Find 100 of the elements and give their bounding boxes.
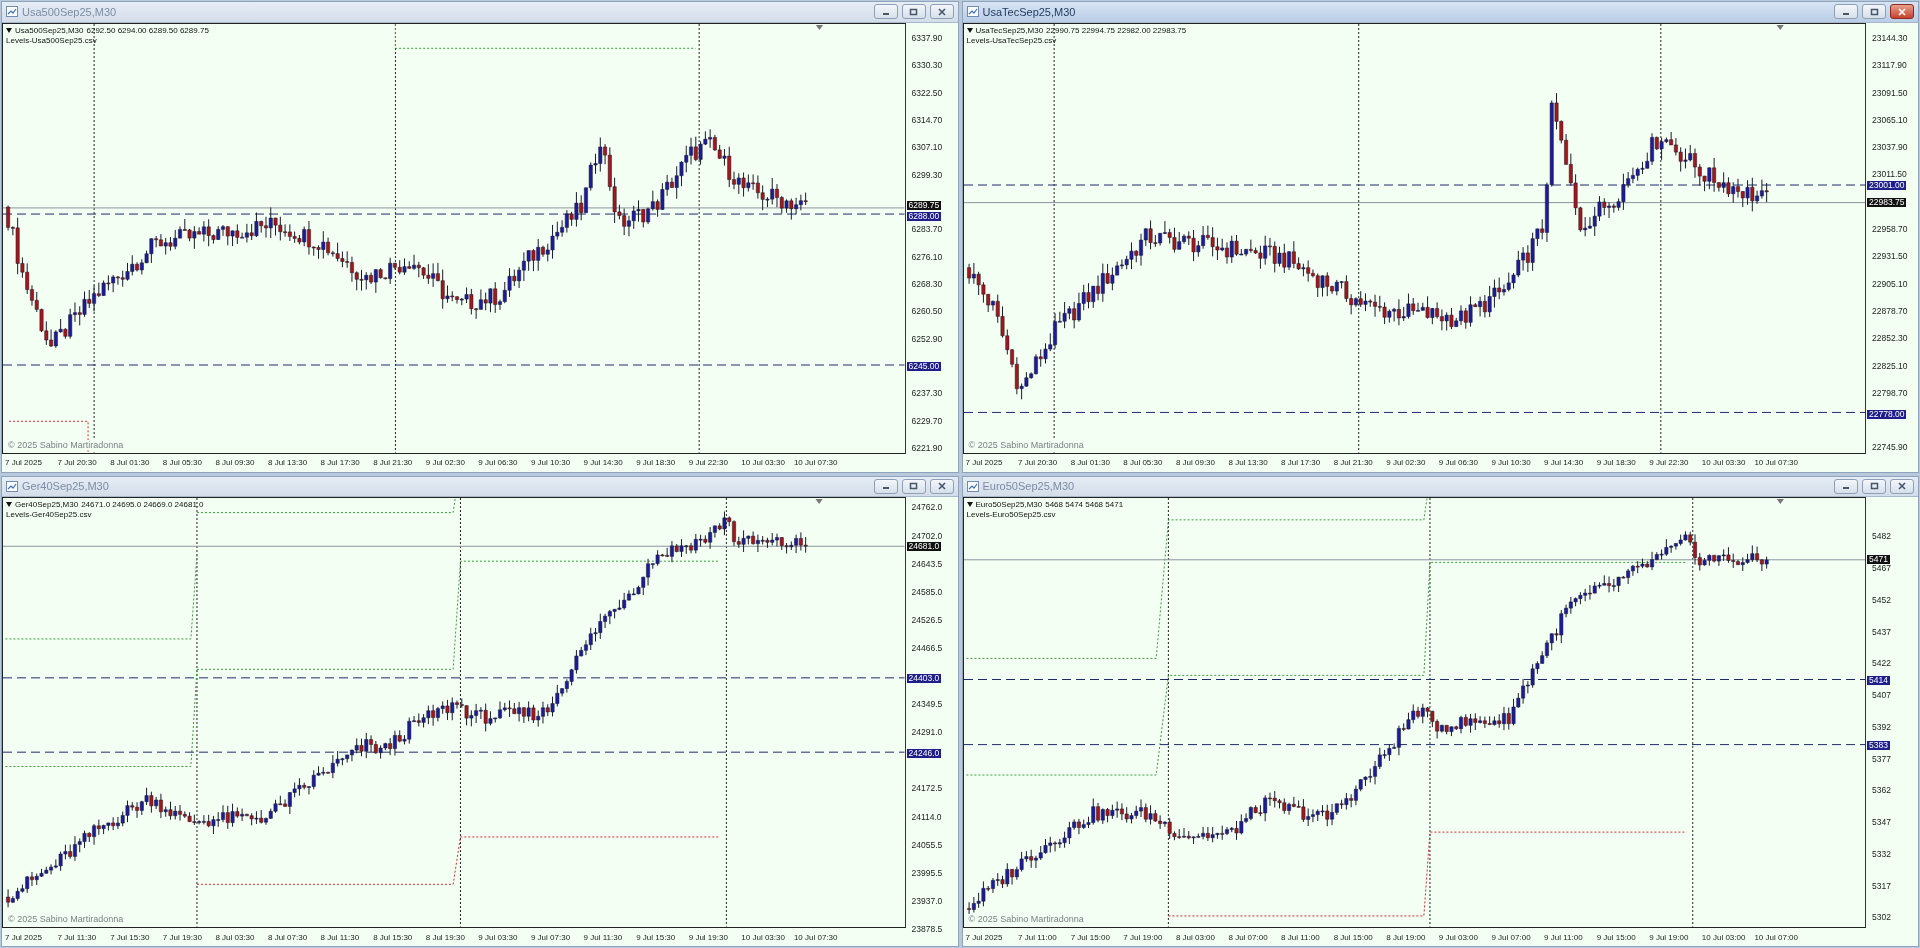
price-tag: 24246.0 — [906, 749, 942, 759]
time-label: 9 Jul 06:30 — [478, 458, 519, 468]
price-label: 5407 — [1872, 689, 1891, 702]
price-tag: 5414 — [1867, 675, 1890, 685]
time-label: 8 Jul 17:30 — [1281, 458, 1322, 468]
price-label: 6299.30 — [911, 168, 943, 181]
time-label: 7 Jul 2025 — [965, 932, 1004, 942]
time-label: 9 Jul 02:30 — [425, 458, 466, 468]
restore-button[interactable] — [901, 478, 926, 494]
price-label: 6330.30 — [911, 59, 943, 72]
price-label: 6337.90 — [911, 31, 943, 44]
price-tag: 22983.75 — [1867, 198, 1907, 208]
minimize-button[interactable] — [1834, 478, 1858, 494]
price-label: 5362 — [1872, 784, 1891, 797]
price-label: 5332 — [1872, 847, 1891, 860]
time-label: 7 Jul 20:30 — [57, 458, 98, 468]
window-title: Euro50Sep25,M30 — [982, 480, 1076, 493]
minimize-button[interactable] — [873, 4, 898, 20]
copyright-text: © 2025 Sabino Martiradonna — [7, 439, 125, 450]
quote-values: 24671.0 24695.0 24669.0 24681.0 — [81, 500, 204, 510]
price-label: 5302 — [1872, 911, 1891, 924]
window-title: UsaTecSep25,M30 — [982, 5, 1077, 18]
close-button[interactable] — [929, 478, 954, 494]
price-label: 6314.70 — [911, 114, 943, 126]
time-label: 7 Jul 2025 — [5, 458, 43, 468]
time-label: 8 Jul 13:30 — [267, 458, 309, 468]
chart-symbol: Euro50Sep25,M30 — [975, 500, 1043, 510]
time-label: 8 Jul 05:30 — [162, 458, 203, 468]
quote-values: 6292.50 6294.00 6289.50 6289.75 — [86, 25, 209, 35]
price-label: 23937.0 — [911, 894, 943, 907]
time-label: 9 Jul 11:30 — [583, 932, 624, 942]
price-label: 22745.90 — [1872, 441, 1908, 454]
price-label: 22852.30 — [1872, 332, 1908, 345]
price-label: 22931.50 — [1872, 250, 1908, 263]
levels-file-label: Levels-UsaTecSep25.csv — [966, 35, 1057, 45]
chart-icon — [6, 480, 18, 492]
window-title: Ger40Sep25,M30 — [22, 480, 110, 493]
restore-button[interactable] — [901, 4, 926, 20]
price-label: 23117.90 — [1872, 59, 1907, 72]
price-tag: 23001.00 — [1867, 180, 1907, 190]
time-label: 8 Jul 01:30 — [1070, 458, 1111, 468]
close-icon — [1898, 7, 1906, 16]
price-tag: 5383 — [1867, 741, 1890, 751]
price-label: 5392 — [1872, 720, 1891, 733]
price-label: 22798.70 — [1872, 386, 1908, 399]
chart-symbol: Ger40Sep25,M30 — [15, 500, 79, 510]
time-label: 8 Jul 15:30 — [373, 932, 414, 942]
price-label: 6252.90 — [911, 332, 943, 345]
time-label: 9 Jul 07:30 — [530, 932, 572, 942]
price-label: 5467 — [1872, 562, 1891, 575]
dropdown-triangle-icon[interactable] — [6, 27, 12, 33]
price-tag: 24681.0 — [906, 541, 942, 551]
price-label: 24349.5 — [911, 698, 943, 711]
copyright-text: © 2025 Sabino Martiradonna — [7, 914, 125, 925]
restore-icon — [909, 482, 918, 491]
time-label: 8 Jul 09:30 — [1175, 458, 1216, 468]
time-label: 9 Jul 19:00 — [1649, 932, 1690, 942]
price-label: 5422 — [1872, 657, 1891, 670]
price-tag: 6245.00 — [906, 362, 942, 372]
price-label: 24643.5 — [911, 557, 943, 570]
minimize-button[interactable] — [873, 478, 898, 494]
time-label: 7 Jul 11:30 — [57, 932, 98, 942]
time-label: 10 Jul 07:30 — [793, 932, 839, 942]
copyright-text: © 2025 Sabino Martiradonna — [967, 914, 1085, 925]
time-label: 7 Jul 15:00 — [1070, 932, 1111, 942]
close-button[interactable] — [1890, 478, 1914, 494]
window-title: Usa500Sep25,M30 — [22, 5, 118, 18]
close-icon — [937, 7, 946, 16]
price-label: 6283.70 — [911, 223, 943, 236]
time-label: 8 Jul 09:30 — [215, 458, 256, 468]
time-label: 8 Jul 21:30 — [1333, 458, 1374, 468]
time-label: 8 Jul 03:00 — [1175, 932, 1216, 942]
price-label: 5317 — [1872, 879, 1891, 892]
price-label: 23091.50 — [1872, 86, 1908, 99]
time-label: 9 Jul 15:00 — [1596, 932, 1637, 942]
restore-icon — [1869, 482, 1879, 491]
restore-button[interactable] — [1862, 478, 1886, 494]
restore-button[interactable] — [1862, 4, 1886, 20]
time-label: 7 Jul 19:30 — [162, 932, 203, 942]
dropdown-triangle-icon[interactable] — [6, 502, 12, 508]
price-label: 24585.0 — [911, 585, 943, 598]
price-label: 5437 — [1872, 625, 1891, 638]
dropdown-triangle-icon[interactable] — [966, 502, 973, 508]
close-button[interactable] — [1890, 4, 1914, 20]
price-label: 24526.5 — [911, 613, 943, 626]
time-label: 9 Jul 14:30 — [1544, 458, 1585, 468]
close-button[interactable] — [929, 4, 954, 20]
dropdown-triangle-icon[interactable] — [966, 27, 973, 33]
time-label: 9 Jul 07:00 — [1491, 932, 1532, 942]
minimize-button[interactable] — [1834, 4, 1858, 20]
price-tag: 22778.00 — [1867, 409, 1907, 419]
time-label: 8 Jul 07:00 — [1228, 932, 1269, 942]
close-icon — [1898, 482, 1906, 491]
time-label: 8 Jul 13:30 — [1228, 458, 1269, 468]
time-label: 9 Jul 10:30 — [530, 458, 572, 468]
price-label: 6268.30 — [911, 278, 943, 291]
time-label: 8 Jul 11:30 — [320, 932, 361, 942]
time-label: 8 Jul 19:00 — [1386, 932, 1427, 942]
time-label: 10 Jul 03:30 — [741, 932, 786, 942]
time-label: 8 Jul 17:30 — [320, 458, 361, 468]
